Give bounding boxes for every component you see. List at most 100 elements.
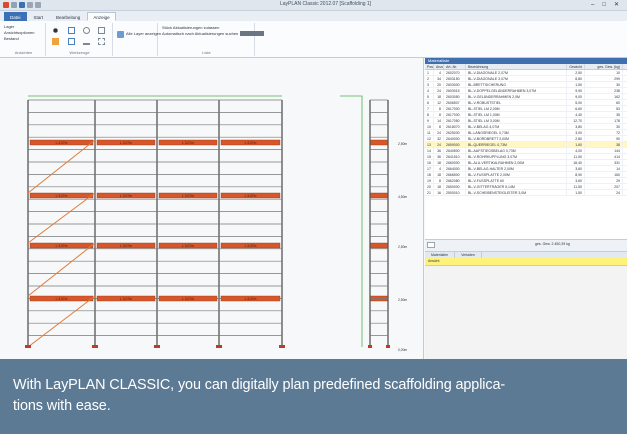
bay-label: L 3,07m xyxy=(56,244,68,248)
table-cell: 2664000 xyxy=(444,166,466,171)
updates-dropdown[interactable] xyxy=(240,31,265,37)
table-cell: BL-V-ROBUSTSTIEL xyxy=(466,100,567,105)
tab-edit[interactable]: Bearbeitung xyxy=(50,12,86,21)
guide-line xyxy=(340,95,363,347)
table-cell: 2650000 xyxy=(444,184,466,189)
table-cell: 2625030 xyxy=(444,130,466,135)
table-cell: 2603150 xyxy=(444,76,466,81)
ribbon-group-list: Stück Aktualisierungen zulassen Automati… xyxy=(159,23,265,56)
level-label: 2,50m xyxy=(398,245,407,249)
column-header[interactable]: ges. Gew. (kg) xyxy=(585,64,623,69)
window-title: LayPLAN Classic 2012.07 [Scaffolding 1] xyxy=(280,1,372,7)
table-cell: 18,40 xyxy=(567,160,585,165)
column-header[interactable]: Art.-Nr. xyxy=(444,64,466,69)
bay-label: L 3,07m xyxy=(182,297,194,301)
caption-text: With LayPLAN CLASSIC, you can digitally … xyxy=(13,377,506,414)
drawing-canvas[interactable]: L 3,07m L 3,07m L 3,07m L 3,07m L 3,07m L 3,0… xyxy=(0,58,424,359)
table-cell: 20 xyxy=(434,82,444,87)
color-icon[interactable] xyxy=(52,38,59,45)
tab-file[interactable]: Datei xyxy=(4,12,27,21)
table-cell: BL-V-GITTERTRÄGER 5,14M xyxy=(466,184,567,189)
ribbon-group-label: Werkzeuge xyxy=(69,50,90,55)
save-icon[interactable] xyxy=(19,2,25,8)
table-cell: BL-V-BELAG 4,07M xyxy=(466,124,567,129)
bay-label: L 3,07m xyxy=(120,244,132,248)
table-cell: BL-V-FUSSPLATTE 2,00M xyxy=(466,172,567,177)
level-label: 4,50m xyxy=(398,195,407,199)
minimize-button[interactable]: – xyxy=(591,1,594,9)
table-cell: 36 xyxy=(434,148,444,153)
ribbon-item-inventory[interactable]: Bestand xyxy=(4,36,45,42)
table-cell: 9,00 xyxy=(567,94,585,99)
close-button[interactable]: ✕ xyxy=(614,1,619,9)
column-header[interactable]: Gewicht xyxy=(567,64,585,69)
table-cell: 60 xyxy=(585,100,623,105)
table-cell: 1,50 xyxy=(567,82,585,87)
undo-icon[interactable] xyxy=(27,2,33,8)
column-header[interactable]: Anzahl xyxy=(434,64,444,69)
table-cell: 32 xyxy=(434,136,444,141)
title-bar: LayPLAN Classic 2012.07 [Scaffolding 1] … xyxy=(0,0,627,11)
layout-icon[interactable] xyxy=(98,27,105,34)
layers-visibility-icon[interactable] xyxy=(117,31,124,38)
table-cell: 8 xyxy=(434,112,444,117)
column-header[interactable]: Pos. xyxy=(425,64,434,69)
app-window: LayPLAN Classic 2012.07 [Scaffolding 1] … xyxy=(0,0,627,434)
contrast-icon[interactable] xyxy=(52,27,59,34)
ribbon-group-views: Lager Ansichtsoptionen Bestand Ansichten xyxy=(2,23,46,56)
bay-label: L 3,07m xyxy=(120,194,132,198)
table-cell: 1,60 xyxy=(567,142,585,147)
table-cell: 331 xyxy=(585,160,623,165)
table-cell: 9,90 xyxy=(567,88,585,93)
caption-banner: With LayPLAN CLASSIC, you can digitally … xyxy=(0,359,627,434)
table-cell: BL-V-SCHEIBENSTEIGLEITER 3,0M xyxy=(466,190,567,195)
page-navigator[interactable] xyxy=(427,242,435,248)
grid-icon[interactable] xyxy=(68,27,75,34)
table-row[interactable]: 21 16 2500010 BL-V-SCHEIBENSTEIGLEITER 3,0M… xyxy=(425,190,627,196)
hatch-icon[interactable] xyxy=(98,38,105,45)
table-cell: 2666500 xyxy=(444,172,466,177)
show-all-layers-toggle[interactable]: Alle Layer anzeigen xyxy=(126,31,161,37)
table-cell: 15 xyxy=(425,154,434,159)
layers-icon[interactable] xyxy=(68,38,75,45)
measure-icon[interactable] xyxy=(83,38,90,45)
table-cell: BL-V-DIAGONALE 3,07M xyxy=(466,76,567,81)
zoom-icon[interactable] xyxy=(83,27,90,34)
new-file-icon[interactable] xyxy=(11,2,17,8)
table-cell: BL-V-BORDBRETT 2,00M xyxy=(466,136,567,141)
table-cell: 12 xyxy=(425,136,434,141)
table-cell: 14 xyxy=(434,118,444,123)
ribbon: Lager Ansichtsoptionen Bestand Ansichten… xyxy=(0,21,627,58)
table-cell: 34 xyxy=(434,76,444,81)
maximize-button[interactable]: □ xyxy=(602,1,606,9)
table-cell: 53 xyxy=(585,106,623,111)
panel-tab-bar: Materialien Verladen xyxy=(425,251,627,258)
bay-label: L 3,07m xyxy=(120,297,132,301)
redo-icon[interactable] xyxy=(35,2,41,8)
table-cell: 16 xyxy=(434,190,444,195)
table-cell: BL-V-GELÄNDERRAHMEN 2,0M xyxy=(466,94,567,99)
table-cell: 14 xyxy=(585,166,623,171)
auto-check-updates-label: Automatisch nach Aktualisierungen suchen xyxy=(162,31,239,36)
table-cell: 11 xyxy=(425,130,434,135)
bay-label: L 3,07m xyxy=(56,297,68,301)
column-header[interactable]: Bezeichnung xyxy=(466,64,567,69)
table-cell: 1,50 xyxy=(567,190,585,195)
table-cell: 5 xyxy=(425,94,434,99)
table-cell: BL-V-FUSSPLATTE 60 xyxy=(466,178,567,183)
scaffold-drawing[interactable]: L 3,07m L 3,07m L 3,07m L 3,07m L 3,07m L 3,0… xyxy=(0,58,424,359)
table-cell: 30 xyxy=(585,82,623,87)
table-cell: 8 xyxy=(434,178,444,183)
auto-check-updates-option[interactable]: Automatisch nach Aktualisierungen suchen xyxy=(162,31,265,37)
table-cell: 8 xyxy=(434,124,444,129)
material-table-body: 1 4 2602070 BL-V-DIAGONALE 2,07M 2,50 10 2 34 26… xyxy=(425,70,627,240)
panel-summary-bar: ges. Gew. 2.450,39 kg xyxy=(425,239,627,251)
bay-label: L 3,07m xyxy=(120,141,132,145)
table-cell: 7 xyxy=(425,106,434,111)
app-logo-icon[interactable] xyxy=(3,2,9,8)
tab-view[interactable]: Anzeige xyxy=(87,12,116,21)
level-label: 2,50m xyxy=(398,298,407,302)
tab-start[interactable]: Start xyxy=(28,12,50,21)
table-cell: 414 xyxy=(585,154,623,159)
table-cell: 3,60 xyxy=(567,178,585,183)
